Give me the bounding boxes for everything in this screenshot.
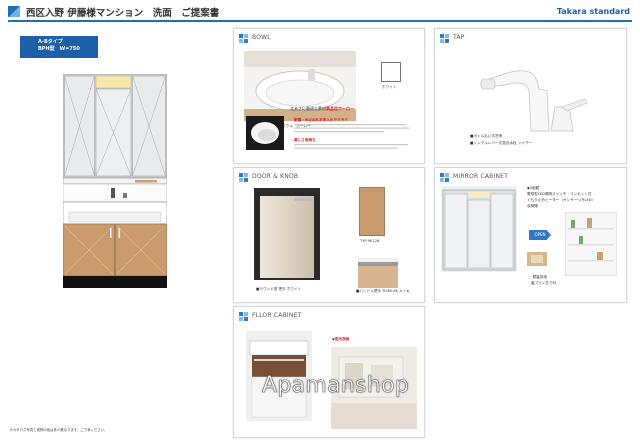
section-icon <box>239 34 248 43</box>
bowl-feature-heading-em: 高品位ホーロー <box>326 106 354 111</box>
bowl-feature-text-lines-2 <box>294 144 408 149</box>
vanity-illustration <box>63 74 167 288</box>
tap-photo <box>480 70 588 132</box>
door-wood-swatch <box>359 187 385 236</box>
bowl-feature-heading-text: 丈夫さに最適な素材 <box>290 106 326 111</box>
door-title: DOOR & KNOB <box>252 173 299 180</box>
floor-title: FLLOR CABINET <box>252 312 302 319</box>
door-knob-card: DOOR & KNOB TYP-9K126 ■ラウンド型 把手 ホワイト ■ハン… <box>233 167 425 303</box>
model-size: BPH型 W=750 <box>38 45 80 52</box>
bowl-feature-subheading-2: 美しさ長持ち <box>294 138 316 142</box>
page-title: 西区入野 伊藤様マンション 洗面 ご提案書 <box>26 8 220 19</box>
watermark: Apamanshop <box>262 373 410 399</box>
mirror-spec-6: 裏プラン左で対 <box>531 281 557 285</box>
header-rule <box>8 20 632 22</box>
tap-spec-1: ■ボトル払い式洗浄 <box>470 134 503 138</box>
mirror-spec-2: 電球型LED照明スイッチ・コンセント付 <box>527 192 592 196</box>
footnote: ※カタログ写真と実物の色は多少異なります。ご了承ください。 <box>10 428 108 432</box>
door-caption-left: ■ラウンド型 把手 ホワイト <box>256 287 302 291</box>
section-icon <box>239 312 248 321</box>
tap-title: TAP <box>453 34 465 41</box>
floor-spec-1: ◆足元収納 <box>332 337 350 341</box>
door-panel-photo <box>254 188 320 280</box>
mirror-spec-5: ・鏡裏収納 <box>529 275 547 279</box>
mirror-cabinet-card: MIRROR CABINET ◆3面鏡 電球型LED照明スイッチ・コンセント付 … <box>434 167 627 303</box>
mirror-cabinet-photo <box>441 186 517 272</box>
bowl-title: BOWL <box>252 34 271 41</box>
tap-spec-2: ■シングルレバー式混合水栓 シャワー <box>470 141 533 145</box>
mirror-interior-photo <box>565 212 617 276</box>
mirror-spec-1: ◆3面鏡 <box>527 186 540 190</box>
mirror-spec-3: くもり止めヒーター（センサーつきLED） <box>527 198 596 202</box>
door-swatch-code: TYP-9K126 <box>360 239 380 243</box>
brand-name: Takara standard <box>556 7 630 16</box>
bowl-color-swatch <box>381 62 401 82</box>
bowl-card: BOWL ホワイト ボウル一体型・樹脂製ボウル ホーロー 丈夫さに最適な素材高品… <box>233 28 425 164</box>
section-icon <box>239 173 248 182</box>
bowl-detail-photo <box>246 116 284 150</box>
mirror-accessory-photo <box>527 252 547 266</box>
section-icon <box>440 34 449 43</box>
section-icon <box>440 173 449 182</box>
model-tag: A-Bタイプ BPH型 W=750 <box>20 36 98 58</box>
header-logo-mark <box>8 6 20 17</box>
tap-card: TAP ■ボトル払い式洗浄 ■シングルレバー式混合水栓 シャワー <box>434 28 627 164</box>
floor-cabinet-card: FLLOR CABINET ◆足元収納 <box>233 306 425 438</box>
mirror-open-badge-text: OPEN <box>534 232 546 237</box>
model-type: A-Bタイプ <box>38 39 63 45</box>
bowl-feature-subheading-1: 耐傷・水はねもお手入れラクラク <box>294 118 348 122</box>
mirror-title: MIRROR CABINET <box>453 173 509 180</box>
bowl-feature-text-lines-1 <box>294 124 409 133</box>
door-knob-photo <box>358 258 398 288</box>
bowl-swatch-label: ホワイト <box>382 85 397 89</box>
mirror-open-badge: OPEN <box>529 230 551 240</box>
door-caption-right: ■ハンドル把手 TLMB-9K メッキ <box>356 289 410 293</box>
page-header: 西区入野 伊藤様マンション 洗面 ご提案書 Takara standard <box>0 0 640 22</box>
mirror-spec-4: 収納棚 <box>527 204 538 208</box>
bowl-feature-heading: 丈夫さに最適な素材高品位ホーロー <box>290 106 354 112</box>
